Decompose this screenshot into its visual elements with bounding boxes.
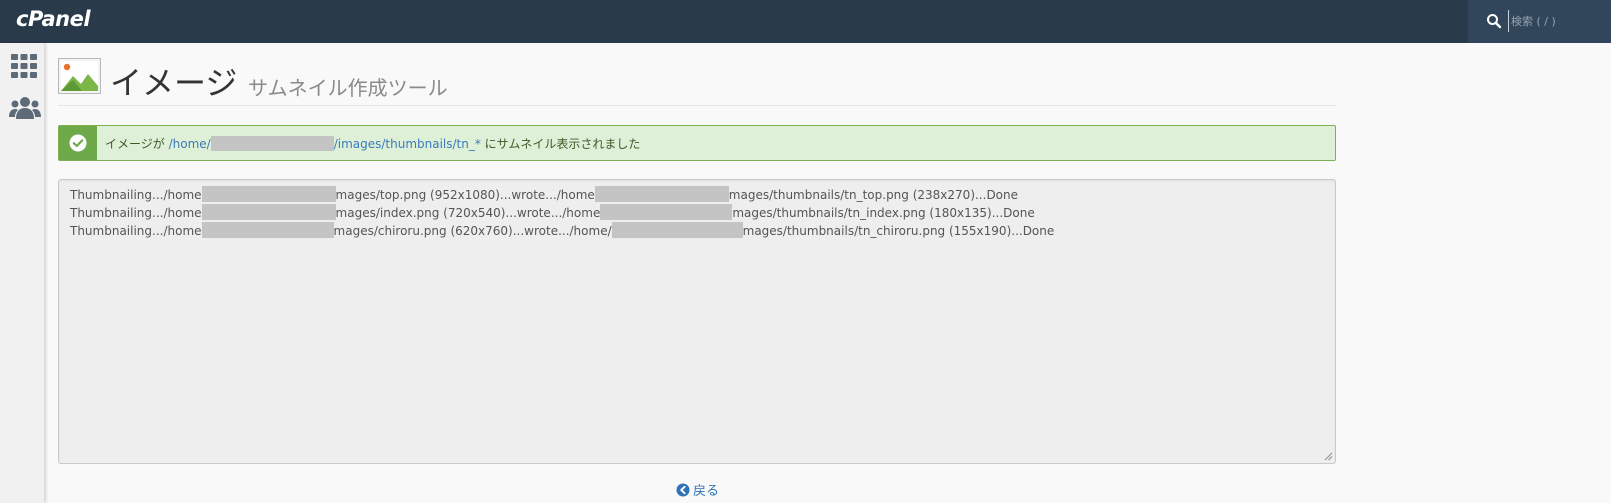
log-text: mages/thumbnails/tn_index.png (180x135).…	[732, 206, 1035, 220]
redacted-block	[611, 222, 743, 238]
log-line: Thumbnailing.../home mages/chiroru.png (6…	[70, 222, 1324, 240]
page-title: イメージ	[110, 64, 238, 102]
title-divider	[58, 105, 1336, 106]
log-text: mages/top.png (952x1080)...wrote.../home	[335, 188, 595, 202]
log-text: Thumbnailing.../home	[70, 224, 202, 238]
page-subtitle: サムネイル作成ツール	[248, 76, 448, 100]
alert-suffix: にサムネイル表示されました	[480, 137, 641, 151]
log-text: Thumbnailing.../home	[70, 206, 202, 220]
alert-icon-box	[59, 126, 97, 160]
log-text: mages/thumbnails/tn_chiroru.png (155x190…	[742, 224, 1055, 238]
redacted-block	[594, 186, 729, 202]
back-label: 戻る	[693, 484, 720, 499]
arrow-left-circle-icon	[676, 483, 690, 496]
redacted-block	[210, 136, 334, 151]
resize-handle-icon[interactable]	[1323, 451, 1333, 461]
success-alert: イメージが /home/ /images/thumbnails/tn_* にサムネ…	[58, 125, 1336, 161]
grid-icon[interactable]	[10, 53, 38, 79]
thumbnail-path-link[interactable]: /home/ /images/thumbnails/tn_*	[168, 136, 481, 151]
image-icon	[58, 58, 101, 94]
redacted-block	[201, 222, 334, 238]
redacted-block	[201, 204, 336, 220]
back-link[interactable]: 戻る	[676, 480, 719, 499]
log-text: Thumbnailing.../home	[70, 188, 202, 202]
left-sidebar	[0, 43, 45, 503]
log-line: Thumbnailing.../home mages/index.png (720…	[70, 204, 1324, 222]
top-header: cPanel	[0, 0, 1611, 43]
search-icon	[1487, 14, 1502, 29]
log-text: mages/chiroru.png (620x760)...wrote.../h…	[333, 224, 612, 238]
alert-prefix: イメージが	[105, 137, 169, 151]
cpanel-logo[interactable]: cPanel	[16, 7, 91, 31]
check-circle-icon	[69, 134, 87, 152]
search-input[interactable]	[1508, 10, 1606, 32]
log-text: mages/thumbnails/tn_top.png (238x270)...…	[728, 188, 1019, 202]
redacted-block	[201, 186, 336, 202]
path-start: /home/	[168, 137, 211, 151]
search-box	[1468, 0, 1611, 43]
log-line: Thumbnailing.../home mages/top.png (952x1…	[70, 186, 1324, 204]
log-text: mages/index.png (720x540)...wrote.../hom…	[335, 206, 601, 220]
alert-message: イメージが /home/ /images/thumbnails/tn_* にサムネ…	[105, 135, 640, 152]
path-end: /images/thumbnails/tn_*	[333, 137, 481, 151]
users-icon[interactable]	[9, 95, 41, 121]
redacted-block	[600, 204, 733, 220]
thumbnail-log-output[interactable]: Thumbnailing.../home mages/top.png (952x1…	[58, 179, 1336, 464]
